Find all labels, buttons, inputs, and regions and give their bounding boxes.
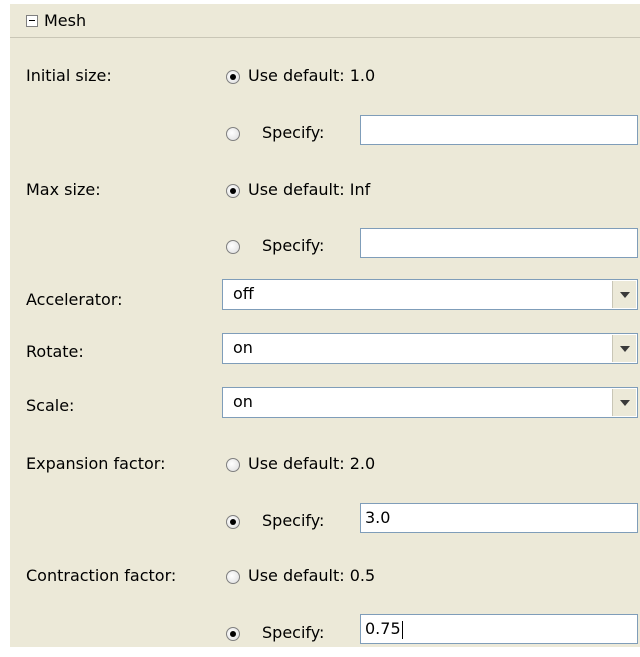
initial-size-specify-input[interactable] [360,115,638,145]
max-size-default-label[interactable]: Use default: Inf [248,180,370,200]
chevron-down-icon[interactable] [612,281,636,308]
mesh-section-header[interactable]: Mesh [10,4,640,38]
scale-dropdown[interactable]: on [222,387,638,418]
max-size-specify-label[interactable]: Specify: [262,236,324,256]
initial-size-label: Initial size: [26,66,112,85]
chevron-down-icon[interactable] [612,389,636,416]
expansion-factor-specify-radio[interactable] [226,515,240,529]
contraction-factor-specify-radio[interactable] [226,627,240,641]
initial-size-specify-label[interactable]: Specify: [262,123,324,143]
text-caret [401,620,403,639]
max-size-label: Max size: [26,180,101,199]
rotate-dropdown[interactable]: on [222,333,638,364]
initial-size-default-radio[interactable] [226,70,240,84]
mesh-properties-panel: Mesh Initial size: Use default: 1.0 Spec… [0,0,640,657]
initial-size-default-label[interactable]: Use default: 1.0 [248,66,375,86]
contraction-factor-default-radio[interactable] [226,570,240,584]
max-size-specify-input[interactable] [360,228,638,258]
expansion-factor-specify-input[interactable]: 3.0 [360,503,638,533]
expansion-factor-default-radio[interactable] [226,458,240,472]
contraction-factor-label: Contraction factor: [26,566,177,585]
rotate-value: on [233,338,253,357]
accelerator-value: off [233,284,254,303]
contraction-factor-specify-label[interactable]: Specify: [262,623,324,643]
max-size-default-radio[interactable] [226,184,240,198]
expansion-factor-default-label[interactable]: Use default: 2.0 [248,454,375,474]
collapse-minus-icon[interactable] [26,15,38,27]
rotate-label: Rotate: [26,342,84,361]
chevron-down-icon[interactable] [612,335,636,362]
contraction-factor-default-label[interactable]: Use default: 0.5 [248,566,375,586]
expansion-factor-specify-label[interactable]: Specify: [262,511,324,531]
accelerator-label: Accelerator: [26,290,123,309]
scale-label: Scale: [26,396,75,415]
max-size-specify-radio[interactable] [226,240,240,254]
initial-size-specify-radio[interactable] [226,127,240,141]
expansion-factor-label: Expansion factor: [26,454,166,473]
accelerator-dropdown[interactable]: off [222,279,638,310]
section-title: Mesh [44,11,87,30]
contraction-factor-specify-input[interactable]: 0.75 [360,614,638,644]
scale-value: on [233,392,253,411]
contraction-factor-specify-value: 0.75 [365,619,401,638]
